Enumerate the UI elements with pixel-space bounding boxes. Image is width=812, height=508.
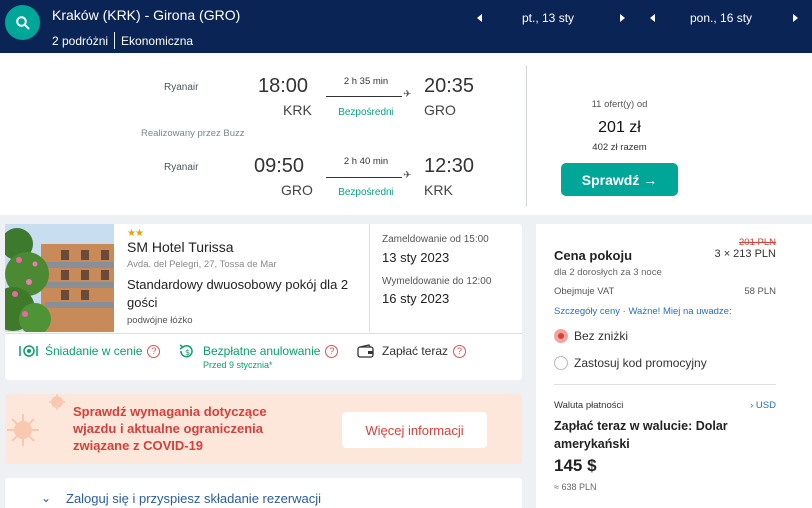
divider <box>114 32 116 49</box>
departure-time: 18:00 <box>258 75 309 97</box>
flight-duration: 2 h 35 min <box>343 76 389 87</box>
breakfast-label: Śniadanie w cenie <box>45 344 143 358</box>
top-bar: Kraków (KRK) - Girona (GRO) 2 podróżni E… <box>0 0 812 53</box>
next-depart-date-icon[interactable] <box>620 14 625 22</box>
checkout-label: Wymeldowanie do 12:00 <box>382 276 492 287</box>
checkin-label: Zameldowanie od 15:00 <box>382 234 489 245</box>
chevron-down-icon: ⌄ <box>41 491 52 505</box>
travellers-count: 2 podróżni <box>52 33 109 48</box>
hotel-photo-image <box>5 224 114 332</box>
flight-line <box>326 177 402 178</box>
check-button[interactable]: Sprawdź → <box>561 163 678 196</box>
arrival-time: 12:30 <box>424 155 475 177</box>
flight-line <box>326 96 402 97</box>
flight-total-price: 402 zł razem <box>592 142 647 153</box>
arrival-airport: GRO <box>424 102 456 118</box>
currency-selector[interactable]: › USD <box>750 400 776 411</box>
prev-depart-date-icon[interactable] <box>477 14 482 22</box>
pay-amount-pln: ≈ 638 PLN <box>554 482 597 492</box>
no-discount-label[interactable]: Bez zniżki <box>574 329 628 343</box>
price-subtitle: dla 2 dorosłych za 3 noce <box>554 267 662 278</box>
flight-result: Ryanair 18:00 KRK 2 h 35 min ✈ Bezpośred… <box>0 53 812 215</box>
virus-icon <box>7 394 65 446</box>
price-panel: Cena pokoju 201 PLN 3 × 213 PLN dla 2 do… <box>536 224 812 508</box>
plane-icon: ✈ <box>403 89 412 100</box>
login-link[interactable]: Zaloguj się i przyspiesz składanie rezer… <box>66 491 321 506</box>
route-title[interactable]: Kraków (KRK) - Girona (GRO) <box>52 7 240 23</box>
price-details-links[interactable]: Szczegóły ceny · Ważne! Miej na uwadze: <box>554 306 732 317</box>
departure-airport: KRK <box>283 102 312 118</box>
divider <box>526 65 527 207</box>
free-cancellation-feature: $ Bezpłatne anulowanie ? <box>178 344 339 358</box>
pay-now-label: Zapłać teraz <box>382 344 449 358</box>
arrival-airport: KRK <box>424 182 453 198</box>
checkin-date: 13 sty 2023 <box>382 250 450 265</box>
search-button[interactable] <box>5 5 40 40</box>
breakfast-feature: Śniadanie w cenie ? <box>18 344 161 358</box>
room-price-title: Cena pokoju <box>554 248 633 263</box>
room-type: Standardowy dwuosobowy pokój dla 2 gości <box>127 277 349 310</box>
airline-name: Ryanair <box>164 82 199 93</box>
vat-label: Obejmuje VAT <box>554 286 615 297</box>
offers-count: 11 ofert(y) od <box>591 99 648 110</box>
search-summary[interactable]: 2 podróżni Ekonomiczna <box>52 32 193 49</box>
search-icon <box>15 15 29 29</box>
hotel-name[interactable]: SM Hotel Turissa <box>127 239 234 255</box>
operated-by: Realizowany przez Buzz <box>141 128 245 139</box>
bed-type: podwójne łóżko <box>127 315 193 326</box>
covid-banner: Sprawdź wymagania dotyczące wjazdu i akt… <box>5 394 522 464</box>
nightly-price: 3 × 213 PLN <box>714 248 776 260</box>
pay-currency-label: Zapłać teraz w walucie: Dolar amerykańsk… <box>554 419 728 451</box>
arrival-time: 20:35 <box>424 75 475 97</box>
next-return-date-icon[interactable] <box>793 14 798 22</box>
divider <box>5 333 522 334</box>
old-price: 201 PLN <box>739 237 776 248</box>
departure-airport: GRO <box>281 182 313 198</box>
promo-code-radio[interactable] <box>554 356 568 370</box>
help-icon[interactable]: ? <box>453 344 467 358</box>
departure-time: 09:50 <box>254 155 305 177</box>
airline-name: Ryanair <box>164 162 199 173</box>
checkout-date: 16 sty 2023 <box>382 291 450 306</box>
pay-amount: 145 $ <box>554 456 597 475</box>
pay-now-feature: Zapłać teraz ? <box>357 344 467 358</box>
promo-code-label[interactable]: Zastosuj kod promocyjny <box>574 356 707 370</box>
no-discount-radio[interactable] <box>554 329 568 343</box>
prev-return-date-icon[interactable] <box>650 14 655 22</box>
stops-label: Bezpośredni <box>338 187 394 198</box>
plane-icon: ✈ <box>403 170 412 181</box>
more-info-button[interactable]: Więcej informacji <box>342 412 487 448</box>
covid-notice: Sprawdź wymagania dotyczące wjazdu i akt… <box>73 404 267 453</box>
cabin-class: Ekonomiczna <box>121 33 194 48</box>
return-date[interactable]: pon., 16 sty <box>690 11 752 25</box>
star-rating: ★★ <box>127 228 144 239</box>
svg-text:$: $ <box>185 348 190 357</box>
flight-duration: 2 h 40 min <box>343 156 389 167</box>
divider <box>554 384 776 385</box>
vat-value: 58 PLN <box>744 286 776 297</box>
hotel-card: ★★ SM Hotel Turissa Avda. del Pelegri, 2… <box>5 224 522 380</box>
cancellation-deadline: Przed 9 stycznia* <box>203 360 273 370</box>
currency-label: Waluta płatności <box>554 400 624 411</box>
help-icon[interactable]: ? <box>147 344 161 358</box>
free-cancellation-label: Bezpłatne anulowanie <box>203 344 321 358</box>
breakfast-icon <box>19 345 38 357</box>
divider <box>369 224 370 332</box>
hotel-photo[interactable] <box>5 224 114 332</box>
flight-price: 201 zł <box>598 119 641 136</box>
help-icon[interactable]: ? <box>325 344 339 358</box>
wallet-icon <box>357 344 374 358</box>
depart-date[interactable]: pt., 13 sty <box>522 11 574 25</box>
refund-icon: $ <box>179 344 193 358</box>
login-row[interactable]: ⌄ Zaloguj się i przyspiesz składanie rez… <box>5 478 522 508</box>
stops-label: Bezpośredni <box>338 107 394 118</box>
hotel-address: Avda. del Pelegri, 27, Tossa de Mar <box>127 259 277 270</box>
